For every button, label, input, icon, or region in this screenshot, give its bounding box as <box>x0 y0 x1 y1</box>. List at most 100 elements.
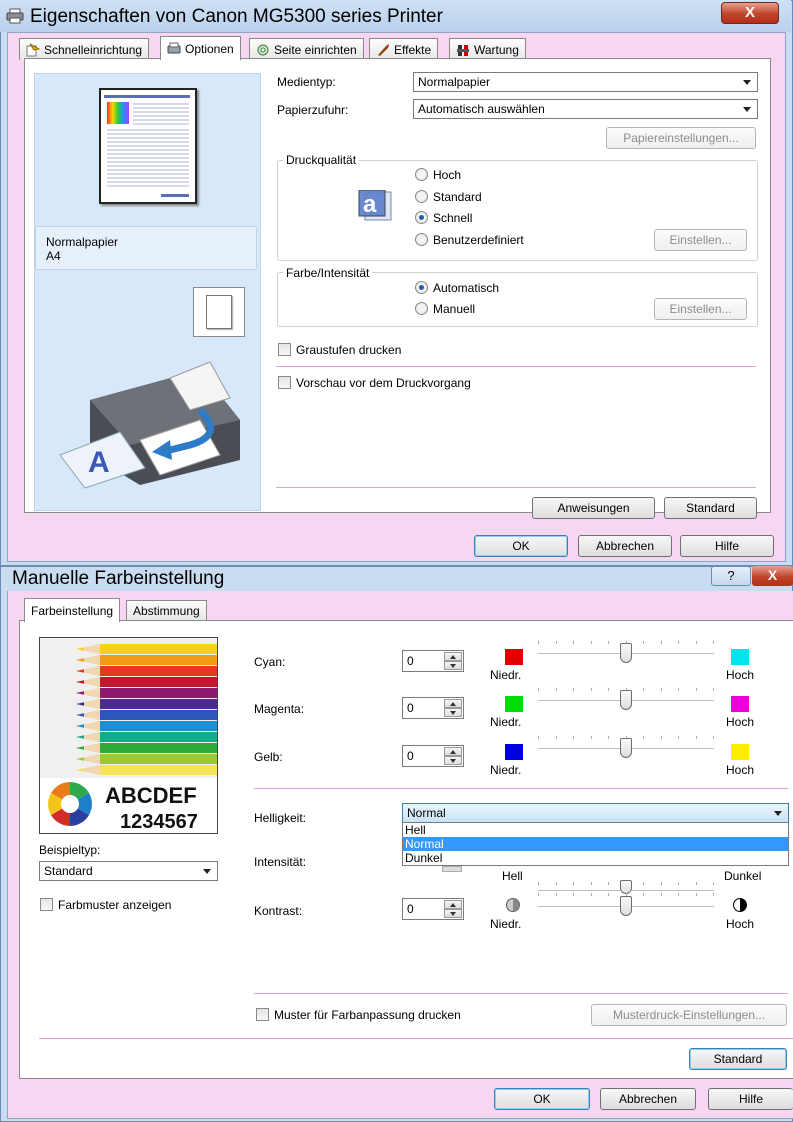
spin-up-arrow-icon[interactable] <box>444 747 462 756</box>
spin-down-arrow-icon[interactable] <box>444 756 462 765</box>
close-button[interactable]: X <box>752 566 793 586</box>
quality-custom-radio[interactable] <box>415 233 428 246</box>
pencil-body <box>100 710 217 720</box>
paper-source-label: Papierzufuhr: <box>277 103 349 117</box>
pencil-body <box>100 644 217 654</box>
brightness-value: Normal <box>407 806 446 820</box>
colored-pencils-image: ABCDEF 1234567 <box>40 638 217 833</box>
low-color-swatch <box>505 696 523 712</box>
spin-down-arrow-icon[interactable] <box>444 661 462 670</box>
slider-spinbox[interactable]: 0 <box>402 697 464 719</box>
color-manual-radio[interactable] <box>415 302 428 315</box>
tab-effects[interactable]: Effekte <box>369 38 439 60</box>
dropdown-option-light[interactable]: Hell <box>403 823 788 837</box>
separator <box>254 993 788 994</box>
pattern-settings-button[interactable]: Musterdruck-Einstellungen... <box>591 1004 787 1026</box>
preview-before-print-checkbox[interactable] <box>278 376 291 389</box>
spin-up-arrow-icon[interactable] <box>444 699 462 708</box>
help-button[interactable]: Hilfe <box>708 1088 793 1110</box>
quality-high-radio[interactable] <box>415 168 428 181</box>
quick-setup-icon <box>26 43 40 56</box>
dropdown-option-dark[interactable]: Dunkel <box>403 851 788 865</box>
spin-up-arrow-icon[interactable] <box>444 652 462 661</box>
tab-label: Abstimmung <box>133 603 200 618</box>
paper-size-caption: A4 <box>46 249 61 263</box>
quality-standard-radio[interactable] <box>415 190 428 203</box>
color-set-button[interactable]: Einstellen... <box>654 298 747 320</box>
sample-text-digits: 1234567 <box>120 811 198 833</box>
ok-button[interactable]: OK <box>494 1088 590 1110</box>
contrast-low-icon <box>506 898 520 912</box>
media-type-label: Medientyp: <box>277 75 336 89</box>
pencil-body <box>100 743 217 753</box>
page-setup-icon <box>257 44 269 55</box>
color-intensity-legend: Farbe/Intensität <box>283 266 373 280</box>
pencil-body <box>100 765 217 775</box>
options-icon <box>167 42 181 53</box>
window-title: Eigenschaften von Canon MG5300 series Pr… <box>30 6 443 27</box>
intensity-spin-partial[interactable] <box>442 866 462 872</box>
tab-page-setup[interactable]: Seite einrichten <box>249 38 364 60</box>
print-quality-icon: a <box>358 190 392 221</box>
cancel-button[interactable]: Abbrechen <box>578 535 672 557</box>
tab-label: Schnelleinrichtung <box>44 42 143 57</box>
slider-spinbox[interactable]: 0 <box>402 650 464 672</box>
slider-value: 0 <box>407 701 414 715</box>
slider-low-label: Niedr. <box>490 763 522 777</box>
contrast-value: 0 <box>407 902 414 916</box>
pencil-body <box>100 732 217 742</box>
slider-high-label: Hoch <box>726 763 755 777</box>
spin-up-arrow-icon[interactable] <box>444 900 462 909</box>
media-type-select[interactable]: Normalpapier <box>413 72 758 92</box>
contrast-low-label: Niedr. <box>490 917 522 931</box>
defaults-button[interactable]: Standard <box>664 497 757 519</box>
instructions-button[interactable]: Anweisungen <box>532 497 655 519</box>
brightness-select[interactable]: Normal <box>402 803 789 823</box>
print-pattern-checkbox[interactable] <box>256 1008 269 1021</box>
cancel-button[interactable]: Abbrechen <box>600 1088 696 1110</box>
paper-source-select[interactable]: Automatisch auswählen <box>413 99 758 119</box>
paper-preview-image <box>99 88 197 204</box>
tab-quick-setup[interactable]: Schnelleinrichtung <box>19 38 150 60</box>
contrast-slider-thumb[interactable] <box>620 896 632 916</box>
help-button[interactable]: Hilfe <box>680 535 774 557</box>
contrast-high-label: Hoch <box>726 917 755 931</box>
sample-type-select[interactable]: Standard <box>39 861 218 881</box>
slider-high-label: Hoch <box>726 668 755 682</box>
color-auto-radio[interactable] <box>415 281 428 294</box>
slider-thumb[interactable] <box>620 690 632 710</box>
show-color-pattern-checkbox[interactable] <box>40 898 53 911</box>
paper-settings-button[interactable]: Papiereinstellungen... <box>606 127 756 149</box>
tab-color-setting[interactable]: Farbeinstellung <box>24 598 121 622</box>
dropdown-option-normal[interactable]: Normal <box>403 837 788 851</box>
tab-maintenance[interactable]: Wartung <box>449 38 526 60</box>
spin-down-arrow-icon[interactable] <box>444 708 462 717</box>
ok-button[interactable]: OK <box>474 535 568 557</box>
help-title-button[interactable]: ? <box>711 566 751 586</box>
slider-thumb[interactable] <box>620 643 632 663</box>
intensity-slider-thumb[interactable] <box>620 880 632 894</box>
slider-value: 0 <box>407 654 414 668</box>
slider-spinbox[interactable]: 0 <box>402 745 464 767</box>
sample-text-letters: ABCDEF <box>105 783 197 808</box>
preview-before-print-label: Vorschau vor dem Druckvorgang <box>296 376 471 390</box>
tab-options[interactable]: Optionen <box>160 36 241 60</box>
separator <box>39 1038 793 1039</box>
separator <box>276 366 756 367</box>
close-button[interactable]: X <box>721 2 779 24</box>
paper-info-caption: Normalpapier A4 <box>35 226 257 270</box>
brightness-dropdown-list: Hell Normal Dunkel <box>402 822 789 866</box>
grayscale-checkbox[interactable] <box>278 343 291 356</box>
quality-set-button[interactable]: Einstellen... <box>654 229 747 251</box>
high-color-swatch <box>731 649 749 665</box>
sample-type-value: Standard <box>44 864 93 878</box>
contrast-spinbox[interactable]: 0 <box>402 898 464 920</box>
slider-thumb[interactable] <box>620 738 632 758</box>
tab-label: Effekte <box>394 42 432 57</box>
tab-matching[interactable]: Abstimmung <box>126 600 207 620</box>
defaults-button[interactable]: Standard <box>689 1048 787 1070</box>
tab-label: Seite einrichten <box>274 42 357 57</box>
slider-high-label: Hoch <box>726 715 755 729</box>
quality-fast-radio[interactable] <box>415 211 428 224</box>
spin-down-arrow-icon[interactable] <box>444 909 462 918</box>
